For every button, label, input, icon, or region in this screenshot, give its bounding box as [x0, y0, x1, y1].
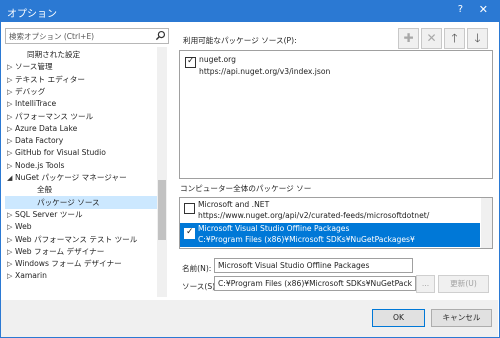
- tree-item-label: Data Factory: [15, 136, 64, 146]
- arrow-down-icon: 🡓: [474, 31, 481, 45]
- source-checkbox[interactable]: ✓: [185, 56, 196, 68]
- tree-item[interactable]: ▷ Node.js Tools: [5, 159, 157, 172]
- tree-item-label: SQL Server ツール: [15, 209, 83, 219]
- tree-item-label: IntelliTrace: [15, 99, 57, 109]
- tree-item[interactable]: ▷ Data Factory: [5, 134, 157, 147]
- tree-item-label: NuGet パッケージ マネージャー: [15, 173, 127, 182]
- tree-item-label: テキスト エディター: [15, 74, 85, 84]
- tree-item[interactable]: ▷ デバッグ: [5, 85, 157, 98]
- machine-list-scrollbar[interactable]: [481, 198, 492, 248]
- machine-sources-list[interactable]: Microsoft and .NET https://www.nuget.org…: [179, 197, 493, 249]
- tree-item[interactable]: ▷ Web フォーム デザイナー: [5, 245, 157, 258]
- tree-item[interactable]: ▷ Azure Data Lake: [5, 122, 157, 135]
- machine-source-url-0[interactable]: https://www.nuget.org/api/v2/curated-fee…: [198, 211, 429, 220]
- source-field[interactable]: C:¥Program Files (x86)¥Microsoft SDKs¥Nu…: [214, 276, 416, 291]
- tree-item[interactable]: 同期された設定: [5, 48, 157, 61]
- available-sources-label: 利用可能なパッケージ ソース(P):: [183, 36, 297, 45]
- name-field[interactable]: Microsoft Visual Studio Offline Packages: [214, 258, 413, 273]
- tree-item-label: Web フォーム デザイナー: [15, 246, 105, 256]
- tree-item[interactable]: ▷ Web パフォーマンス テスト ツール: [5, 233, 157, 246]
- search-input[interactable]: 検索オプション (Ctrl+E): [5, 28, 169, 44]
- name-label: 名前(N):: [182, 264, 212, 273]
- tree-item-label: Windows フォーム デザイナー: [15, 259, 122, 269]
- move-down-button[interactable]: 🡓: [467, 28, 488, 49]
- available-sources-list[interactable]: ✓ nuget.org https://api.nuget.org/v3/ind…: [179, 50, 493, 179]
- machine-source-checkbox-0[interactable]: [184, 203, 195, 214]
- search-icon[interactable]: [155, 30, 166, 41]
- browse-button[interactable]: ...: [416, 275, 435, 293]
- tree-scroll-thumb[interactable]: [158, 180, 166, 240]
- cancel-button[interactable]: キャンセル: [431, 309, 492, 327]
- footer-bar: OK キャンセル: [1, 300, 498, 337]
- tree-item[interactable]: 全般: [5, 183, 157, 196]
- search-placeholder: 検索オプション (Ctrl+E): [9, 32, 95, 41]
- machine-source-url-1[interactable]: C:¥Program Files (x86)¥Microsoft SDKs¥Nu…: [198, 235, 415, 244]
- tree-item[interactable]: ▷ Web: [5, 220, 157, 233]
- tree-item-label: パフォーマンス ツール: [15, 111, 94, 121]
- checkmark-icon: ✓: [187, 56, 195, 66]
- tree-item-label: Web パフォーマンス テスト ツール: [15, 234, 138, 244]
- arrow-up-icon: 🡑: [451, 31, 458, 45]
- ok-button[interactable]: OK: [372, 309, 425, 327]
- tree-item[interactable]: ▷ Xamarin: [5, 269, 157, 282]
- title-bar: オプション ? ✕: [0, 0, 500, 22]
- help-button[interactable]: ?: [458, 4, 463, 15]
- machine-sources-label: コンピューター全体のパッケージ ソー: [180, 184, 312, 193]
- move-up-button[interactable]: 🡑: [444, 28, 465, 49]
- tree-item[interactable]: ▷ SQL Server ツール: [5, 208, 157, 221]
- tree-item-label: Node.js Tools: [15, 160, 65, 170]
- source-url[interactable]: https://api.nuget.org/v3/index.json: [199, 67, 330, 76]
- tree-item[interactable]: ▷ GitHub for Visual Studio: [5, 146, 157, 159]
- tree-item-label: GitHub for Visual Studio: [15, 148, 106, 158]
- tree-item-label: Azure Data Lake: [15, 123, 78, 133]
- machine-source-name-0[interactable]: Microsoft and .NET: [198, 200, 269, 209]
- expand-arrow-icon[interactable]: ▷: [7, 270, 15, 283]
- add-source-button[interactable]: ✚: [398, 28, 419, 49]
- tree-item-label: 同期された設定: [27, 50, 81, 59]
- tree-item-label: Xamarin: [15, 271, 47, 281]
- tree-item-label: デバッグ: [15, 86, 46, 96]
- close-button[interactable]: ✕: [479, 3, 488, 16]
- tree-item-label: 全般: [37, 185, 53, 195]
- remove-source-button[interactable]: ✕: [421, 28, 442, 49]
- plus-icon: ✚: [403, 31, 414, 45]
- checkmark-icon: ✓: [186, 227, 194, 237]
- options-tree[interactable]: 同期された設定 ▷ ソース管理 ▷ テキスト エディター ▷ デバッグ ▷ IntelliTra…: [5, 47, 158, 297]
- source-label: ソース(S):: [182, 282, 218, 291]
- tree-item[interactable]: ▷ IntelliTrace: [5, 97, 157, 110]
- remove-icon: ✕: [426, 31, 437, 45]
- tree-item[interactable]: パッケージ ソース: [5, 195, 157, 209]
- tree-item[interactable]: ▷ パフォーマンス ツール: [5, 110, 157, 123]
- tree-item-label: Web: [15, 222, 32, 232]
- tree-item[interactable]: ◢ NuGet パッケージ マネージャー: [5, 171, 157, 184]
- update-button[interactable]: 更新(U): [438, 275, 489, 293]
- tree-item[interactable]: ▷ テキスト エディター: [5, 73, 157, 86]
- tree-item-label: ソース管理: [15, 62, 53, 72]
- selected-row[interactable]: ✓ Microsoft Visual Studio Offline Packag…: [180, 223, 480, 247]
- tree-item[interactable]: ▷ ソース管理: [5, 60, 157, 73]
- machine-source-checkbox-1[interactable]: ✓: [184, 227, 195, 239]
- machine-source-name-1[interactable]: Microsoft Visual Studio Offline Packages: [198, 224, 349, 233]
- tree-item-label: パッケージ ソース: [37, 197, 100, 207]
- source-name[interactable]: nuget.org: [199, 55, 236, 64]
- tree-scrollbar[interactable]: [157, 47, 167, 297]
- tree-item[interactable]: ▷ Windows フォーム デザイナー: [5, 257, 157, 270]
- window-title: オプション: [7, 9, 57, 20]
